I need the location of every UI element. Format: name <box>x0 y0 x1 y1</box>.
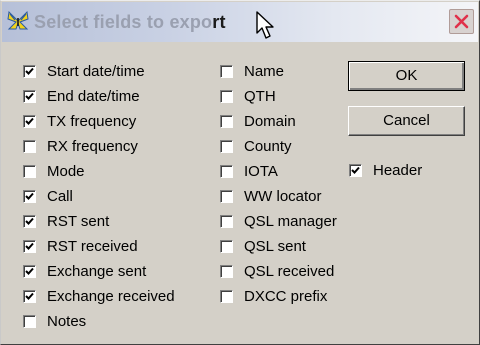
field-exchange-received-checkbox[interactable] <box>23 289 36 303</box>
field-mode-label: Mode <box>47 162 85 180</box>
field-rst-sent-label: RST sent <box>47 212 110 230</box>
field-rst-received[interactable]: RST received <box>23 235 138 257</box>
field-exchange-received[interactable]: Exchange received <box>23 285 175 307</box>
header-option[interactable]: Header <box>349 159 422 181</box>
field-exchange-sent-checkbox[interactable] <box>23 264 36 278</box>
field-notes-checkbox[interactable] <box>23 314 36 328</box>
field-name-label: Name <box>244 62 285 80</box>
field-qsl-received[interactable]: QSL received <box>220 260 334 282</box>
dialog-title: Select fields to export <box>34 12 226 33</box>
checkmark-icon <box>25 92 34 100</box>
field-qth-checkbox[interactable] <box>220 89 233 103</box>
field-qsl-received-checkbox[interactable] <box>220 264 233 278</box>
checkmark-icon <box>25 117 34 125</box>
header-checkbox[interactable] <box>349 163 362 177</box>
field-county-checkbox[interactable] <box>220 139 233 153</box>
field-tx-frequency[interactable]: TX frequency <box>23 110 136 132</box>
field-end-date-time[interactable]: End date/time <box>23 85 140 107</box>
field-dxcc-prefix-label: DXCC prefix <box>244 287 328 305</box>
field-start-date-time-label: Start date/time <box>47 62 145 80</box>
field-mode[interactable]: Mode <box>23 160 85 182</box>
export-fields-dialog: Select fields to export Start date/time E… <box>0 0 480 345</box>
cancel-button[interactable]: Cancel <box>348 106 465 136</box>
field-domain[interactable]: Domain <box>220 110 296 132</box>
field-call-label: Call <box>47 187 73 205</box>
field-end-date-time-label: End date/time <box>47 87 140 105</box>
field-qsl-sent-label: QSL sent <box>244 237 306 255</box>
title-bar[interactable]: Select fields to export <box>2 2 478 42</box>
field-tx-frequency-label: TX frequency <box>47 112 137 130</box>
field-call-checkbox[interactable] <box>23 189 36 203</box>
checkmark-icon <box>351 166 360 174</box>
field-qsl-received-label: QSL received <box>244 262 335 280</box>
field-exchange-sent-label: Exchange sent <box>47 262 147 280</box>
field-mode-checkbox[interactable] <box>23 164 36 178</box>
field-qsl-manager-label: QSL manager <box>244 212 337 230</box>
field-end-date-time-checkbox[interactable] <box>23 89 36 103</box>
close-button[interactable] <box>449 9 474 34</box>
field-ww-locator-checkbox[interactable] <box>220 189 233 203</box>
field-qsl-sent[interactable]: QSL sent <box>220 235 306 257</box>
field-rst-received-checkbox[interactable] <box>23 239 36 253</box>
checkmark-icon <box>25 267 34 275</box>
field-name[interactable]: Name <box>220 60 284 82</box>
field-rx-frequency-label: RX frequency <box>47 137 138 155</box>
header-label: Header <box>373 161 423 179</box>
checkmark-icon <box>25 292 34 300</box>
field-tx-frequency-checkbox[interactable] <box>23 114 36 128</box>
checkmark-icon <box>25 242 34 250</box>
field-notes-label: Notes <box>47 312 87 330</box>
field-dxcc-prefix[interactable]: DXCC prefix <box>220 285 327 307</box>
field-call[interactable]: Call <box>23 185 73 207</box>
ok-button[interactable]: OK <box>348 61 465 91</box>
butterfly-icon <box>7 10 29 30</box>
checkmark-icon <box>25 217 34 225</box>
dialog-title-dark: rt <box>212 12 226 32</box>
field-notes[interactable]: Notes <box>23 310 86 332</box>
field-ww-locator[interactable]: WW locator <box>220 185 322 207</box>
checkmark-icon <box>25 67 34 75</box>
field-exchange-sent[interactable]: Exchange sent <box>23 260 146 282</box>
field-start-date-time[interactable]: Start date/time <box>23 60 145 82</box>
field-iota[interactable]: IOTA <box>220 160 278 182</box>
field-dxcc-prefix-checkbox[interactable] <box>220 289 233 303</box>
field-exchange-received-label: Exchange received <box>47 287 175 305</box>
field-rx-frequency[interactable]: RX frequency <box>23 135 138 157</box>
field-rst-sent-checkbox[interactable] <box>23 214 36 228</box>
close-icon <box>454 14 469 29</box>
field-rst-sent[interactable]: RST sent <box>23 210 109 232</box>
field-name-checkbox[interactable] <box>220 64 233 78</box>
field-county[interactable]: County <box>220 135 292 157</box>
field-qth-label: QTH <box>244 87 276 105</box>
field-county-label: County <box>244 137 292 155</box>
field-domain-checkbox[interactable] <box>220 114 233 128</box>
field-qsl-manager[interactable]: QSL manager <box>220 210 337 232</box>
field-qsl-manager-checkbox[interactable] <box>220 214 233 228</box>
field-rx-frequency-checkbox[interactable] <box>23 139 36 153</box>
field-ww-locator-label: WW locator <box>244 187 322 205</box>
checkmark-icon <box>25 192 34 200</box>
field-qsl-sent-checkbox[interactable] <box>220 239 233 253</box>
field-iota-checkbox[interactable] <box>220 164 233 178</box>
field-domain-label: Domain <box>244 112 296 130</box>
mouse-pointer-icon <box>256 11 274 39</box>
dialog-title-faded: Select fields to expo <box>34 12 213 32</box>
field-rst-received-label: RST received <box>47 237 138 255</box>
field-iota-label: IOTA <box>244 162 278 180</box>
field-start-date-time-checkbox[interactable] <box>23 64 36 78</box>
field-qth[interactable]: QTH <box>220 85 276 107</box>
